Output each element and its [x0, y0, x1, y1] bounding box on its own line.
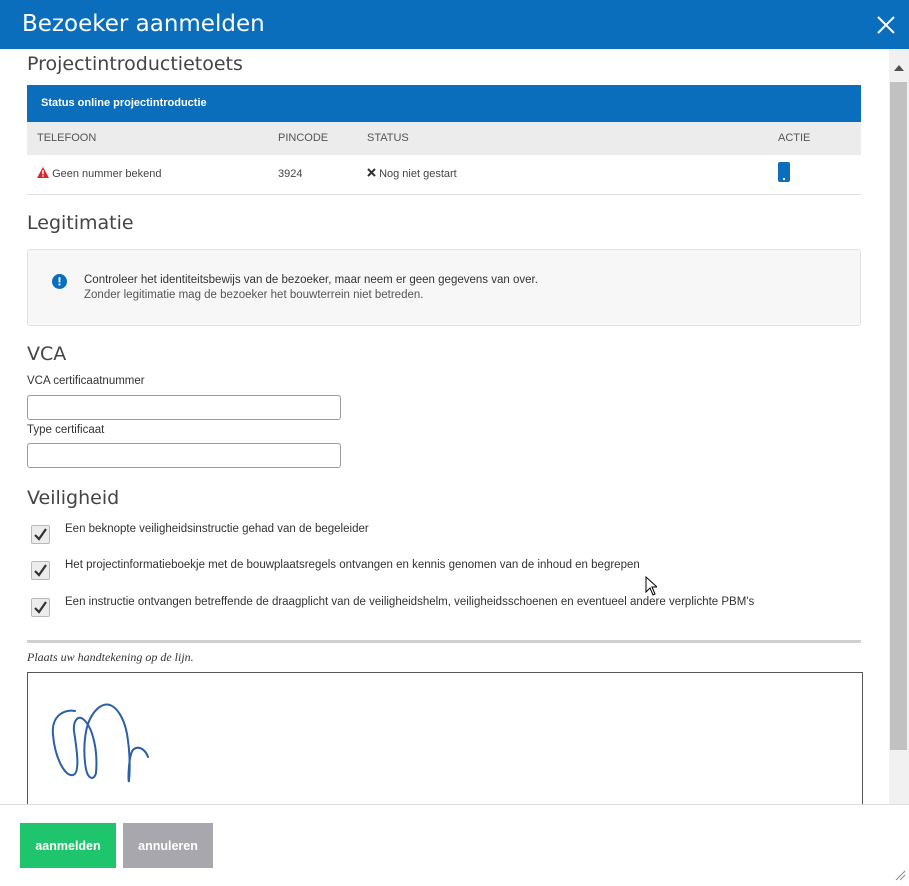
dialog-title: Bezoeker aanmelden	[22, 11, 265, 37]
cross-icon	[367, 168, 376, 177]
status-table-header: Status online projectintroductie	[27, 85, 861, 122]
checkmark-icon	[34, 601, 47, 614]
close-icon[interactable]	[873, 12, 899, 38]
signature-stroke	[51, 703, 149, 783]
phone-cell: Geen nummer bekend	[37, 155, 162, 193]
checkbox-projectinformatieboekje[interactable]	[31, 561, 50, 580]
phone-action-icon[interactable]	[778, 162, 790, 185]
checkbox-label-instructie: Een beknopte veiligheidsinstructie gehad…	[65, 523, 369, 535]
vertical-scrollbar[interactable]	[889, 49, 909, 815]
project-intro-heading: Projectintroductietoets	[27, 53, 243, 75]
info-text-line1: Controleer het identiteitsbewijs van de …	[84, 274, 538, 286]
scroll-up-icon[interactable]	[894, 58, 904, 76]
column-header-telefoon: TELEFOON	[37, 132, 97, 144]
info-icon	[52, 274, 67, 292]
column-header-pincode: PINCODE	[278, 132, 329, 144]
scrollbar-thumb[interactable]	[890, 82, 907, 750]
legitimatie-heading: Legitimatie	[27, 212, 134, 234]
checkbox-label-projectinformatieboekje: Het projectinformatieboekje met de bouwp…	[65, 559, 640, 571]
signature-divider	[27, 640, 861, 643]
dialog-footer: aanmelden annuleren	[0, 804, 909, 885]
dialog-content[interactable]: Projectintroductietoets Status online pr…	[0, 49, 889, 804]
status-cell: Nog niet gestart	[367, 155, 457, 193]
signature-pad[interactable]	[27, 672, 863, 804]
vca-cert-type-input[interactable]	[27, 443, 341, 468]
table-row: Geen nummer bekend 3924 Nog niet gestart	[27, 155, 861, 195]
veiligheid-heading: Veiligheid	[27, 487, 120, 509]
pincode-value: 3924	[278, 168, 303, 180]
checkmark-icon	[34, 528, 47, 541]
column-header-actie: ACTIE	[778, 132, 811, 144]
checkbox-instructie[interactable]	[31, 525, 50, 544]
resize-grip-icon[interactable]	[894, 868, 906, 886]
table-header-row: TELEFOON PINCODE STATUS ACTIE	[27, 122, 861, 155]
cancel-button[interactable]: annuleren	[123, 823, 213, 868]
checkmark-icon	[34, 564, 47, 577]
mouse-cursor-icon	[645, 575, 659, 601]
vca-heading: VCA	[27, 343, 67, 365]
phone-value: Geen nummer bekend	[52, 168, 162, 180]
legitimatie-info-box: Controleer het identiteitsbewijs van de …	[27, 249, 861, 326]
status-table-title: Status online projectintroductie	[41, 97, 207, 109]
signature-caption: Plaats uw handtekening op de lijn.	[27, 650, 194, 664]
vca-cert-number-input[interactable]	[27, 395, 341, 420]
submit-button[interactable]: aanmelden	[20, 823, 116, 868]
info-text-line2: Zonder legitimatie mag de bezoeker het b…	[84, 289, 424, 301]
vca-cert-type-label: Type certificaat	[27, 424, 105, 436]
warning-icon	[37, 167, 49, 178]
vca-cert-number-label: VCA certificaatnummer	[27, 375, 145, 387]
column-header-status: STATUS	[367, 132, 409, 144]
checkbox-draagplicht[interactable]	[31, 598, 50, 617]
status-value: Nog niet gestart	[379, 168, 457, 180]
dialog-titlebar: Bezoeker aanmelden	[0, 0, 909, 49]
